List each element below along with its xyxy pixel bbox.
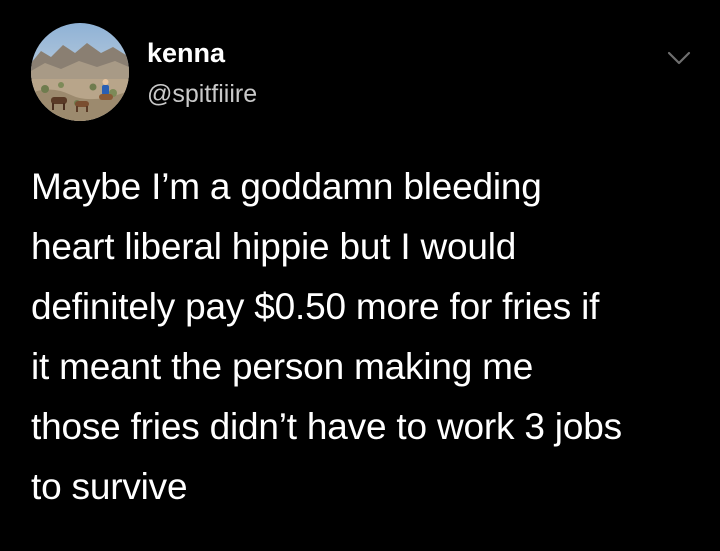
- tweet-text-line: those fries didn’t have to work 3 jobs: [31, 406, 622, 447]
- tweet-text-line: definitely pay $0.50 more for fries if: [31, 286, 600, 327]
- tweet-card: kenna @spitfiiire Maybe I’m a goddamn bl…: [0, 0, 720, 551]
- avatar-image: [31, 23, 129, 121]
- avatar[interactable]: [31, 23, 129, 121]
- user-handle[interactable]: @spitfiiire: [147, 79, 257, 109]
- tweet-text: Maybe I’m a goddamn bleeding heart liber…: [31, 157, 701, 517]
- tweet-text-line: Maybe I’m a goddamn bleeding: [31, 166, 542, 207]
- tweet-text-line: to survive: [31, 466, 188, 507]
- chevron-down-icon[interactable]: [667, 50, 691, 66]
- display-name[interactable]: kenna: [147, 37, 225, 69]
- tweet-text-line: heart liberal hippie but I would: [31, 226, 517, 267]
- tweet-text-line: it meant the person making me: [31, 346, 534, 387]
